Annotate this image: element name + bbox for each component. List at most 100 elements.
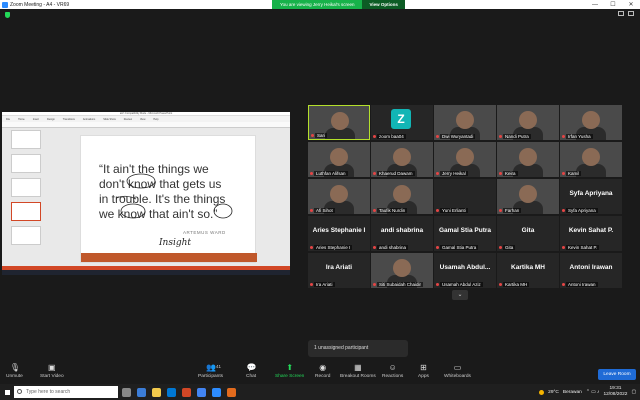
video-person-head <box>393 185 411 203</box>
gallery-next-page-button[interactable]: ⌄ <box>452 290 468 300</box>
mic-muted-icon <box>562 135 565 138</box>
zoom-icon[interactable] <box>212 387 221 397</box>
participant-tile[interactable]: Yuni Erlianti <box>434 179 496 214</box>
participant-display-name: Antoni Irawan <box>569 264 613 271</box>
participant-tile[interactable]: Nandi Putra <box>497 105 559 140</box>
video-person-head <box>331 112 349 130</box>
participant-tile[interactable]: Kevin Sahat P. Kevin Sahat P. <box>560 216 622 251</box>
system-tray: 29°C Berawan ⌃ ▭ ♪ 19:31 12/08/2022 ▢ <box>539 384 636 400</box>
unassigned-participant-notice[interactable]: 1 unassigned participant <box>308 340 408 357</box>
powerpoint-icon[interactable] <box>182 387 191 397</box>
participant-name-label: Taufik Nurdin <box>377 208 408 213</box>
file-explorer-icon[interactable] <box>152 387 161 397</box>
unmute-button[interactable]: 🎙 Unmute <box>6 364 23 380</box>
participant-tile[interactable]: Syfa Apriyana Syfa Apriyana <box>560 179 622 214</box>
participant-tile[interactable]: Ira Ariati Ira Ariati <box>308 253 370 288</box>
maximize-button[interactable]: ☐ <box>604 1 622 8</box>
video-person-head <box>582 111 600 129</box>
start-video-button[interactable]: ▣ Start Video <box>40 363 64 380</box>
participant-tile[interactable]: Zzoom baa04 <box>371 105 433 140</box>
mic-muted-icon <box>499 283 502 286</box>
current-slide: “It ain't the things we don't know that … <box>80 135 257 263</box>
apps-label: Apps <box>418 374 429 379</box>
participant-tile[interactable]: Antoni Irawan Antoni Irawan <box>560 253 622 288</box>
chat-button[interactable]: 💬 Chat <box>246 364 257 380</box>
task-view-icon[interactable] <box>122 387 131 397</box>
view-options-button[interactable]: View Options <box>362 0 405 9</box>
avatar: Z <box>391 109 411 129</box>
mic-muted-icon <box>373 172 376 175</box>
participant-tile[interactable]: Gita Gita <box>497 216 559 251</box>
participant-tile[interactable]: Aries Stephanie I Aries Stephanie I <box>308 216 370 251</box>
participant-name-label: Jerry Heikal <box>440 171 468 176</box>
participant-tile[interactable]: Kartika MH Kartika MH <box>497 253 559 288</box>
ribbon-tab: Help <box>153 117 159 121</box>
slide-thumbnail <box>11 178 41 197</box>
weather-desc: Berawan <box>562 389 582 395</box>
whiteboards-button[interactable]: ▭ Whiteboards <box>444 364 471 380</box>
taskbar-clock[interactable]: 19:31 12/08/2022 <box>603 386 627 398</box>
participant-tile[interactable]: Khaerud Dawam <box>371 142 433 177</box>
gallery-view-icon[interactable] <box>628 11 634 16</box>
participant-tile[interactable]: Irfan Yusha <box>560 105 622 140</box>
ribbon-tab: Design <box>46 117 55 121</box>
participant-name-label: Yuni Erlianti <box>440 208 468 213</box>
chat-label: Chat <box>246 374 257 379</box>
chrome-icon[interactable] <box>197 387 206 397</box>
taskbar-search-input[interactable]: Type here to search <box>14 386 118 398</box>
participant-tile[interactable]: andi shabrina andi shabrina <box>371 216 433 251</box>
participant-tile[interactable]: Luthfan Alifsan <box>308 142 370 177</box>
share-screen-button[interactable]: ⬆ Share Screen <box>275 364 304 380</box>
participant-tile[interactable]: Afi Sihot <box>308 179 370 214</box>
apps-button[interactable]: ⊞ Apps <box>418 364 429 380</box>
participant-name-label: Sari <box>315 133 328 138</box>
video-person-head <box>519 111 537 129</box>
app-icon[interactable] <box>227 387 236 397</box>
handwritten-annotation: Insight <box>159 238 192 248</box>
ribbon-tab: Home <box>18 117 25 121</box>
start-button[interactable] <box>0 384 14 400</box>
mic-muted-icon <box>373 135 376 138</box>
participant-name-label: Irfan Yusha <box>566 134 593 139</box>
fullscreen-icon[interactable] <box>618 11 624 16</box>
mic-muted-icon <box>436 246 439 249</box>
participant-name-label: Ira Ariati <box>314 282 335 287</box>
clock-date: 12/08/2022 <box>603 392 628 397</box>
video-off-icon: ▣ <box>48 363 56 372</box>
share-banner-message: You are viewing Jerry Heikal's screen <box>272 0 363 9</box>
shield-icon[interactable] <box>5 12 10 18</box>
participant-name-label: Kamil <box>566 171 582 176</box>
participant-name-label: andi shabrina <box>377 245 409 250</box>
participant-tile[interactable]: Taufik Nurdin <box>371 179 433 214</box>
participant-tile[interactable]: Usamah Abdul... Usamah Abdul Aziz <box>434 253 496 288</box>
participant-tile[interactable]: Kamil <box>560 142 622 177</box>
participant-tile[interactable]: Dwi Wuryantadi <box>434 105 496 140</box>
tray-icons[interactable]: ⌃ ▭ ♪ <box>586 390 600 395</box>
zoom-app-icon <box>2 1 8 8</box>
participant-tile[interactable]: Jerry Heikal <box>434 142 496 177</box>
participant-tile[interactable]: Keira <box>497 142 559 177</box>
record-button[interactable]: ◉ Record <box>315 364 330 380</box>
mic-muted-icon <box>310 209 313 212</box>
close-button[interactable]: ✕ <box>622 1 640 8</box>
participant-display-name: Ira Ariati <box>325 264 353 271</box>
edge-icon[interactable] <box>137 387 146 397</box>
mic-muted-icon <box>562 246 565 249</box>
mail-icon[interactable] <box>167 387 176 397</box>
breakout-rooms-button[interactable]: ▦ Breakout Rooms <box>340 364 376 380</box>
participant-tile[interactable]: Gamal Stia Putra Gamal Stia Putra <box>434 216 496 251</box>
participant-tile[interactable]: Farhan <box>497 179 559 214</box>
mic-muted-icon <box>310 283 313 286</box>
minimize-button[interactable]: — <box>586 2 604 8</box>
view-controls <box>618 11 634 16</box>
windows-taskbar: Type here to search 29°C Berawan ⌃ ▭ ♪ 1… <box>0 384 640 400</box>
reactions-button[interactable]: ☺ Reactions <box>382 364 403 380</box>
participants-label: Participants <box>198 374 224 379</box>
leave-room-button[interactable]: Leave Room <box>598 369 636 380</box>
shared-taskbar <box>2 270 290 275</box>
shared-screen[interactable]: ain't Compatibility Mode - Microsoft Pow… <box>2 112 290 275</box>
participant-tile[interactable]: Siti Subaidah Chaidir <box>371 253 433 288</box>
notifications-icon[interactable]: ▢ <box>631 390 636 395</box>
participant-tile[interactable]: Sari <box>308 105 370 140</box>
slide-thumbnail-selected <box>11 202 41 221</box>
